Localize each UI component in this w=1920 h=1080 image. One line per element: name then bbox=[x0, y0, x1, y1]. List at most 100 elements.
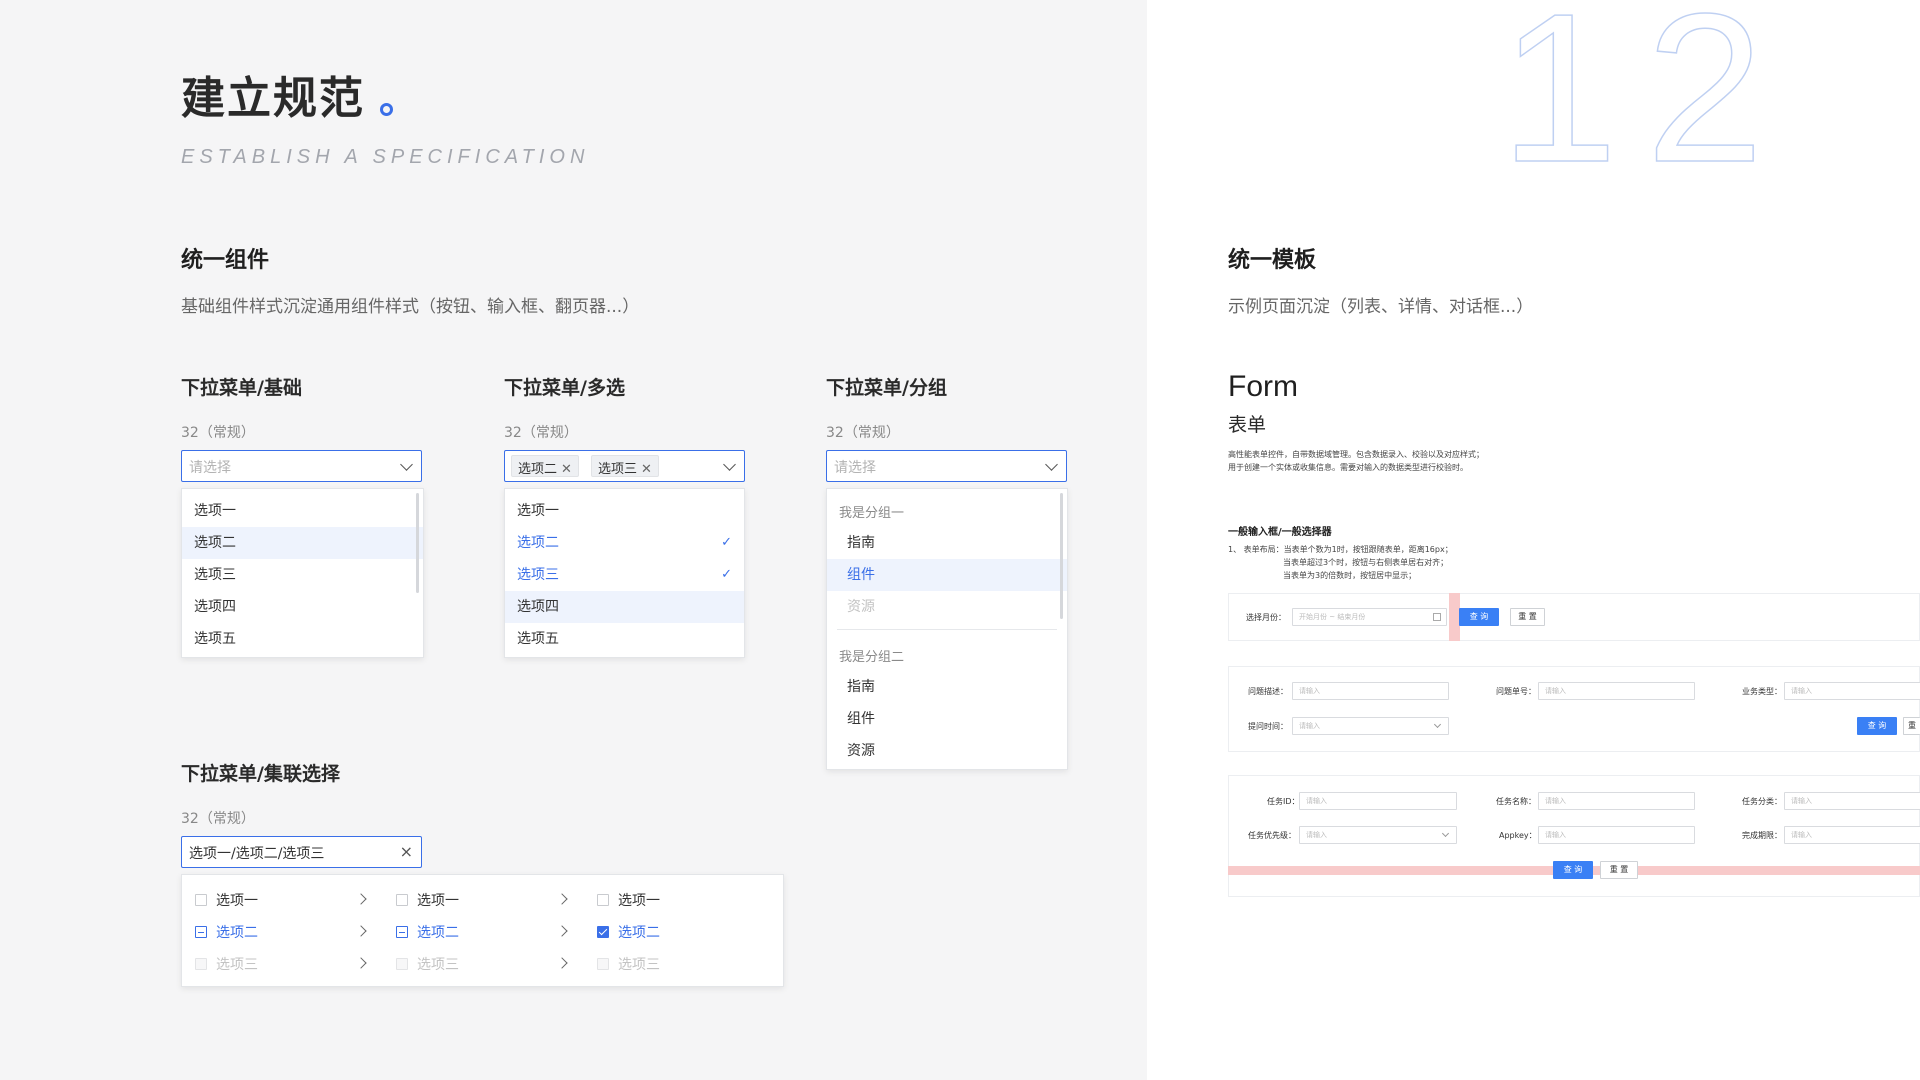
reset-button[interactable]: 重 置 bbox=[1510, 608, 1545, 626]
menu-item[interactable]: 资源 bbox=[827, 735, 1067, 767]
question-time-select[interactable]: 请输入 bbox=[1292, 717, 1449, 735]
title-dot-icon bbox=[380, 103, 393, 116]
clear-icon[interactable]: × bbox=[400, 842, 413, 861]
menu-item[interactable]: 指南 bbox=[827, 527, 1067, 559]
scrollbar[interactable] bbox=[416, 493, 419, 593]
business-type-input[interactable]: 请输入 bbox=[1784, 682, 1920, 700]
deadline-input[interactable]: 请输入 bbox=[1784, 826, 1920, 844]
input-placeholder: 请输入 bbox=[1791, 797, 1812, 805]
dropdown-cascade-size: 32（常规） bbox=[181, 811, 255, 827]
select-placeholder: 请选择 bbox=[189, 460, 231, 476]
check-icon: ✓ bbox=[721, 567, 732, 582]
menu-item-selected[interactable]: 选项二 ✓ bbox=[505, 527, 744, 559]
cascade-option[interactable]: 选项二 bbox=[618, 922, 660, 942]
appkey-input[interactable]: 请输入 bbox=[1538, 826, 1695, 844]
chevron-right-icon bbox=[355, 893, 367, 905]
cascade-option[interactable]: 选项一 bbox=[618, 890, 660, 910]
checkbox-indeterminate[interactable] bbox=[195, 926, 207, 938]
input-placeholder: 请输入 bbox=[1306, 797, 1327, 805]
menu-item[interactable]: 选项一 bbox=[505, 495, 744, 527]
chevron-down-icon bbox=[723, 458, 736, 471]
checkbox-disabled bbox=[195, 958, 207, 970]
reset-button[interactable]: 重 置 bbox=[1600, 861, 1638, 879]
menu-item[interactable]: 选项四 bbox=[182, 591, 423, 623]
templates-desc: 示例页面沉淀（列表、详情、对话框...） bbox=[1228, 297, 1534, 317]
chevron-right-icon bbox=[556, 957, 568, 969]
task-id-input[interactable]: 请输入 bbox=[1299, 792, 1457, 810]
form-rule-1: 1、 表单布局：当表单个数为1时，按钮跟随表单，距离16px； bbox=[1228, 545, 1453, 554]
input-placeholder: 请输入 bbox=[1306, 831, 1327, 839]
checkbox[interactable] bbox=[195, 894, 207, 906]
menu-item[interactable]: 组件 bbox=[827, 703, 1067, 735]
input-placeholder: 请输入 bbox=[1299, 687, 1320, 695]
menu-item[interactable]: 选项一 bbox=[182, 495, 423, 527]
menu-item-label: 选项二 bbox=[517, 535, 559, 551]
menu-item[interactable]: 选项二 bbox=[182, 527, 423, 559]
checkbox-indeterminate[interactable] bbox=[396, 926, 408, 938]
checkbox[interactable] bbox=[597, 894, 609, 906]
dropdown-basic-menu: 选项一 选项二 选项三 选项四 选项五 bbox=[181, 488, 424, 658]
form-title: Form bbox=[1228, 370, 1298, 403]
menu-item[interactable]: 指南 bbox=[827, 671, 1067, 703]
input-placeholder: 请输入 bbox=[1791, 831, 1812, 839]
chevron-down-icon bbox=[1045, 458, 1058, 471]
month-range-input[interactable]: 开始月份 ~ 结束月份 bbox=[1292, 608, 1447, 626]
page-number: 12 bbox=[1499, 0, 1792, 206]
dropdown-basic-size: 32（常规） bbox=[181, 425, 255, 441]
field-label: 任务优先级： bbox=[1248, 831, 1296, 840]
problem-no-input[interactable]: 请输入 bbox=[1538, 682, 1695, 700]
dropdown-group-size: 32（常规） bbox=[826, 425, 900, 441]
checkbox[interactable] bbox=[396, 894, 408, 906]
menu-item[interactable]: 选项五 bbox=[182, 623, 423, 655]
scrollbar[interactable] bbox=[1060, 493, 1063, 619]
task-priority-select[interactable]: 请输入 bbox=[1299, 826, 1457, 844]
templates-title: 统一模板 bbox=[1228, 248, 1317, 273]
input-placeholder: 请输入 bbox=[1545, 831, 1566, 839]
dropdown-group-select[interactable]: 请选择 bbox=[826, 450, 1067, 482]
menu-item-label: 选项三 bbox=[517, 567, 559, 583]
menu-item[interactable]: 选项三 bbox=[182, 559, 423, 591]
chevron-right-icon bbox=[556, 893, 568, 905]
menu-item[interactable]: 选项四 bbox=[505, 591, 744, 623]
cascade-option: 选项三 bbox=[618, 957, 660, 973]
group-label: 我是分组一 bbox=[839, 506, 905, 521]
problem-desc-input[interactable]: 请输入 bbox=[1292, 682, 1449, 700]
menu-item-disabled: 资源 bbox=[847, 599, 875, 615]
dropdown-cascade-select[interactable]: 选项一/选项二/选项三 × bbox=[181, 836, 422, 868]
dropdown-multi-menu: 选项一 选项二 ✓ 选项三 ✓ 选项四 选项五 bbox=[504, 488, 745, 658]
field-label: 任务名称： bbox=[1496, 797, 1536, 806]
menu-item-selected[interactable]: 组件 bbox=[827, 559, 1067, 591]
menu-item[interactable]: 选项五 bbox=[505, 623, 744, 655]
selected-tag: 选项三 ✕ bbox=[591, 455, 659, 477]
close-icon[interactable]: ✕ bbox=[641, 462, 652, 477]
form-desc-1: 高性能表单控件，自带数据域管理。包含数据录入、校验以及对应样式； bbox=[1228, 450, 1484, 459]
components-title: 统一组件 bbox=[181, 248, 270, 273]
field-label: 问题单号： bbox=[1496, 687, 1536, 696]
task-name-input[interactable]: 请输入 bbox=[1538, 792, 1695, 810]
field-label: 任务分类： bbox=[1742, 797, 1782, 806]
chevron-down-icon bbox=[400, 458, 413, 471]
task-category-input[interactable]: 请输入 bbox=[1784, 792, 1920, 810]
input-placeholder: 请输入 bbox=[1791, 687, 1812, 695]
cascade-option[interactable]: 选项二 bbox=[417, 922, 459, 942]
page-subtitle: ESTABLISH A SPECIFICATION bbox=[181, 146, 590, 168]
close-icon[interactable]: ✕ bbox=[561, 462, 572, 477]
chevron-down-icon bbox=[1433, 720, 1442, 729]
dropdown-group-title: 下拉菜单/分组 bbox=[826, 377, 947, 399]
cascade-option[interactable]: 选项二 bbox=[216, 922, 258, 942]
query-button[interactable]: 查 询 bbox=[1857, 717, 1897, 735]
query-button[interactable]: 查 询 bbox=[1459, 608, 1499, 626]
calendar-icon bbox=[1433, 613, 1441, 621]
checkbox-checked[interactable] bbox=[597, 926, 609, 938]
dropdown-multi-select[interactable]: 选项二 ✕ 选项三 ✕ bbox=[504, 450, 745, 482]
query-button[interactable]: 查 询 bbox=[1553, 861, 1593, 879]
page-title: 建立规范 bbox=[181, 73, 365, 124]
menu-item-selected[interactable]: 选项三 ✓ bbox=[505, 559, 744, 591]
components-desc: 基础组件样式沉淀通用组件样式（按钮、输入框、翻页器...） bbox=[181, 297, 640, 317]
chevron-right-icon bbox=[355, 925, 367, 937]
cascade-option[interactable]: 选项一 bbox=[216, 890, 258, 910]
cascade-option[interactable]: 选项一 bbox=[417, 890, 459, 910]
dropdown-basic-select[interactable]: 请选择 bbox=[181, 450, 422, 482]
reset-button[interactable]: 重 bbox=[1903, 717, 1920, 735]
tag-label: 选项三 bbox=[598, 462, 638, 477]
